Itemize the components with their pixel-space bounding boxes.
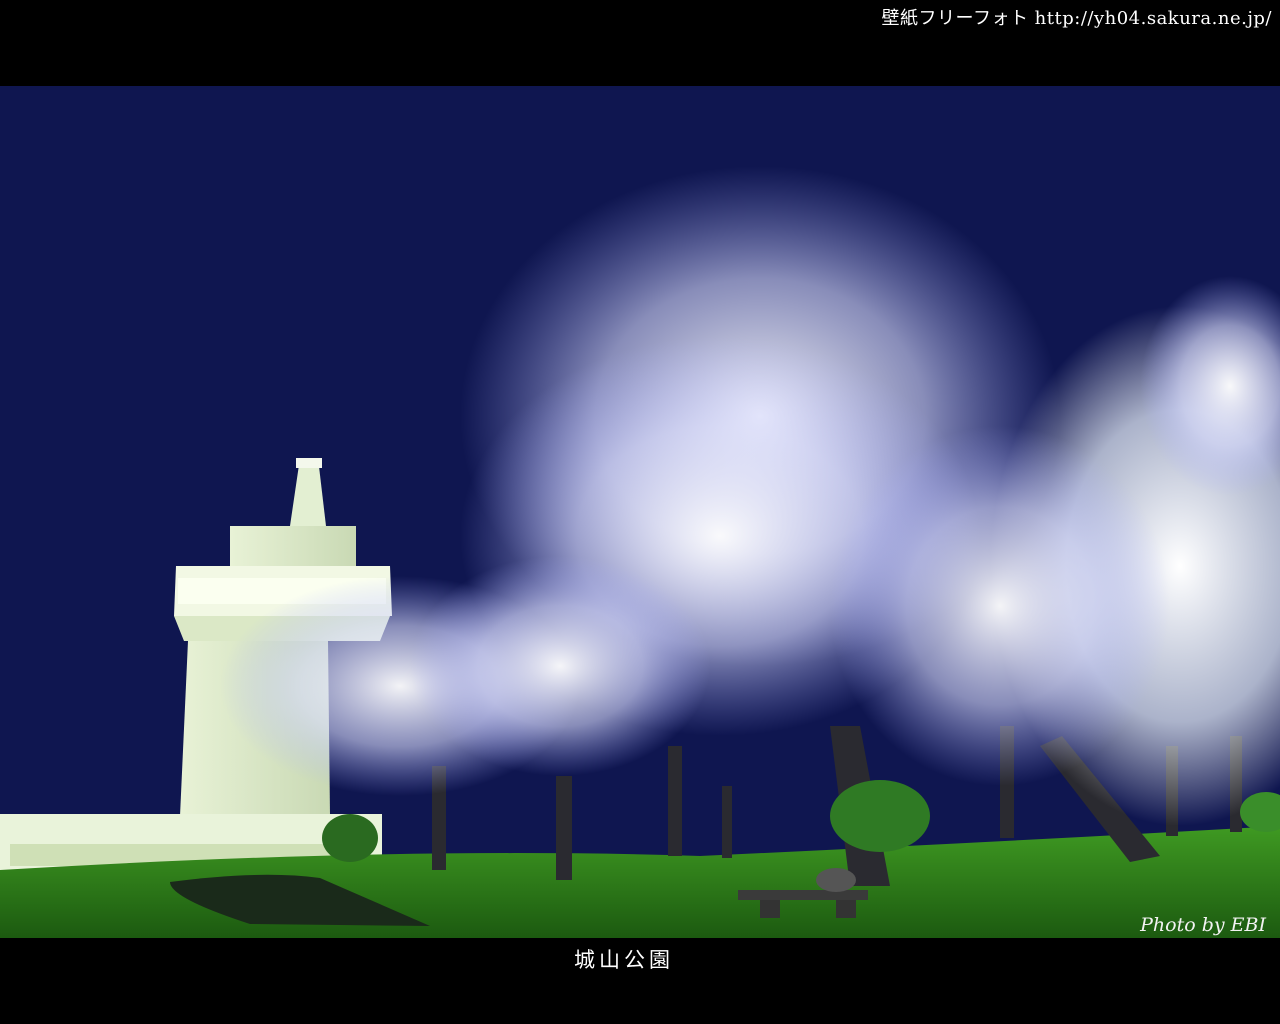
bottom-black-bar: 城山公園 [0, 938, 1280, 1024]
shrub [830, 780, 930, 852]
photo-caption: 城山公園 [574, 948, 674, 972]
photo-credit: Photo by EBI [1140, 914, 1266, 936]
photo-scene [0, 86, 1280, 938]
shrub [322, 814, 378, 862]
night-park-photo: Photo by EBI [0, 86, 1280, 938]
site-watermark: 壁紙フリーフォト http://yh04.sakura.ne.jp/ [881, 8, 1272, 29]
top-black-bar: 壁紙フリーフォト http://yh04.sakura.ne.jp/ [0, 0, 1280, 86]
